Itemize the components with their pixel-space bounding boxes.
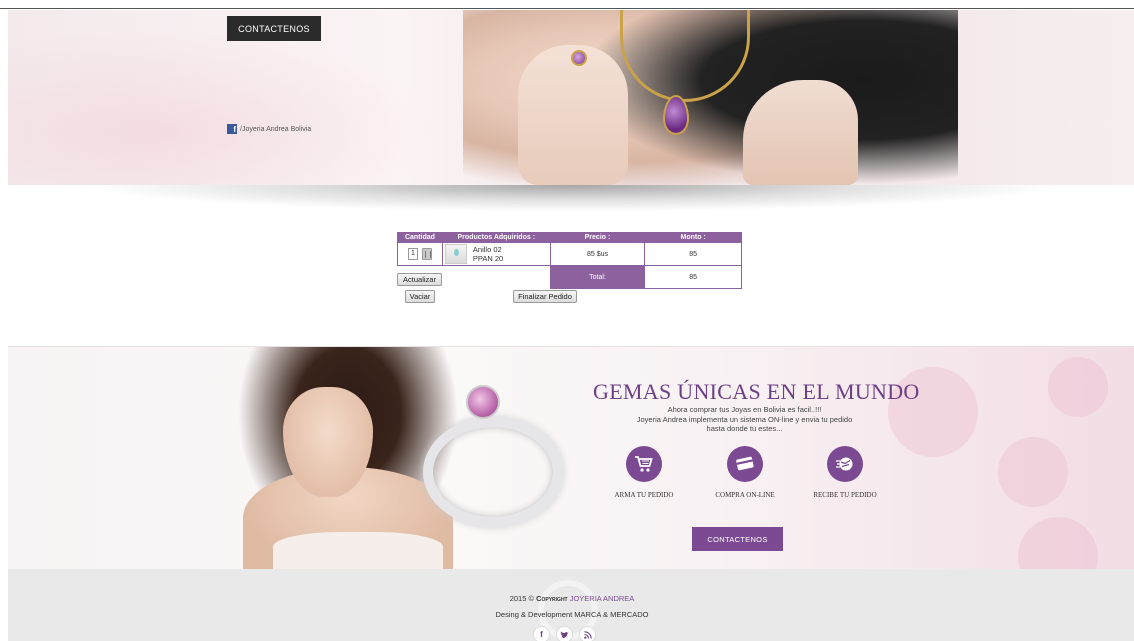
quantity-input[interactable]: 1 [407, 248, 418, 260]
facebook-icon: f [227, 124, 237, 134]
update-cart-button[interactable]: Actualizar [397, 273, 442, 286]
twitter-icon[interactable] [556, 626, 573, 641]
header-monto: Monto : [644, 232, 742, 243]
promo-title: GEMAS ÚNICAS EN EL MUNDO [593, 379, 920, 404]
brand-link[interactable]: JOYERIA ANDREA [570, 594, 635, 603]
header-precio: Precio : [549, 232, 646, 243]
feature-label: RECIBE TU PEDIDO [813, 491, 877, 499]
shopping-cart: Cantidad Productos Adquiridos : Precio :… [397, 232, 742, 289]
cart-table: Cantidad Productos Adquiridos : Precio :… [397, 232, 742, 289]
hero-banner [8, 10, 1134, 185]
product-code: PPAN 20 [472, 254, 504, 263]
promo-model-dress [273, 532, 443, 569]
developer-credit: Desing & Development MARCA & MERCADO [495, 610, 649, 619]
price-cell: 85 $us [549, 242, 646, 266]
promo-text-line: Joyeria Andrea implementa un sistema ON-… [636, 414, 853, 424]
hero-contact-button[interactable]: CONTACTENOS [227, 16, 321, 41]
cart-header-row: Cantidad Productos Adquiridos : Precio :… [397, 232, 742, 243]
promo-text-line: Ahora comprar tus Joyas en Bolivia es fa… [667, 405, 822, 414]
product-cell: Anillo 02 PPAN 20 [441, 242, 551, 266]
header-productos: Productos Adquiridos : [441, 232, 551, 243]
amount-cell: 85 [644, 242, 742, 266]
promo-ring-stone [466, 385, 500, 419]
section-shadow [20, 185, 1124, 215]
feature-receive-order[interactable]: RECIBE TU PEDIDO [805, 446, 885, 499]
promo-banner [8, 347, 1134, 569]
promo-contact-button[interactable]: CONTACTENOS [692, 527, 783, 551]
hero-hand-left [518, 45, 628, 185]
amethyst-pendant [663, 95, 689, 135]
empty-cart-button[interactable]: Vaciar [405, 290, 435, 303]
total-row: Total: 85 [398, 265, 742, 289]
product-name: Anillo 02 [472, 245, 502, 254]
facebook-icon[interactable]: f [533, 626, 550, 641]
credit-card-icon [727, 446, 763, 482]
top-divider [0, 8, 1134, 9]
feature-buy-online[interactable]: COMPRA ON-LINE [705, 446, 785, 499]
bokeh-light [1048, 357, 1108, 417]
social-links: f [533, 626, 596, 641]
copyright-year: 2015 © [509, 594, 534, 603]
rss-icon[interactable] [579, 626, 596, 641]
feature-label: ARMA TU PEDIDO [614, 491, 674, 499]
promo-description: Ahora comprar tus Joyas en Bolivia es fa… [612, 405, 877, 434]
product-thumbnail[interactable] [444, 244, 467, 264]
promo-ring-band [423, 417, 563, 527]
bokeh-light [998, 437, 1068, 507]
delivery-icon [827, 446, 863, 482]
trash-icon[interactable] [421, 248, 432, 260]
feature-label: COMPRA ON-LINE [715, 491, 775, 499]
finish-order-button[interactable]: Finalizar Pedido [513, 290, 577, 303]
total-value: 85 [644, 265, 742, 289]
table-row: 1 Anillo 02 PPAN 20 85 $us 85 [397, 242, 742, 266]
copyright-word: Copyright [536, 594, 568, 603]
feature-build-order[interactable]: ARMA TU PEDIDO [604, 446, 684, 499]
facebook-link-text: /Joyeria Andrea Bolivia [240, 125, 312, 133]
bokeh-light [1018, 517, 1098, 569]
page: CONTACTENOS f /Joyeria Andrea Bolivia Ca… [0, 0, 1134, 641]
facebook-link[interactable]: f /Joyeria Andrea Bolivia [227, 123, 311, 135]
header-cantidad: Cantidad [397, 232, 443, 243]
copyright-line: 2015 © Copyright JOYERIA ANDREA [0, 594, 1134, 603]
quantity-cell: 1 [397, 242, 443, 266]
cart-icon [626, 446, 662, 482]
ring-gem [571, 50, 587, 66]
promo-text-line: hasta donde tu estes... [706, 424, 783, 433]
total-label: Total: [549, 265, 646, 289]
